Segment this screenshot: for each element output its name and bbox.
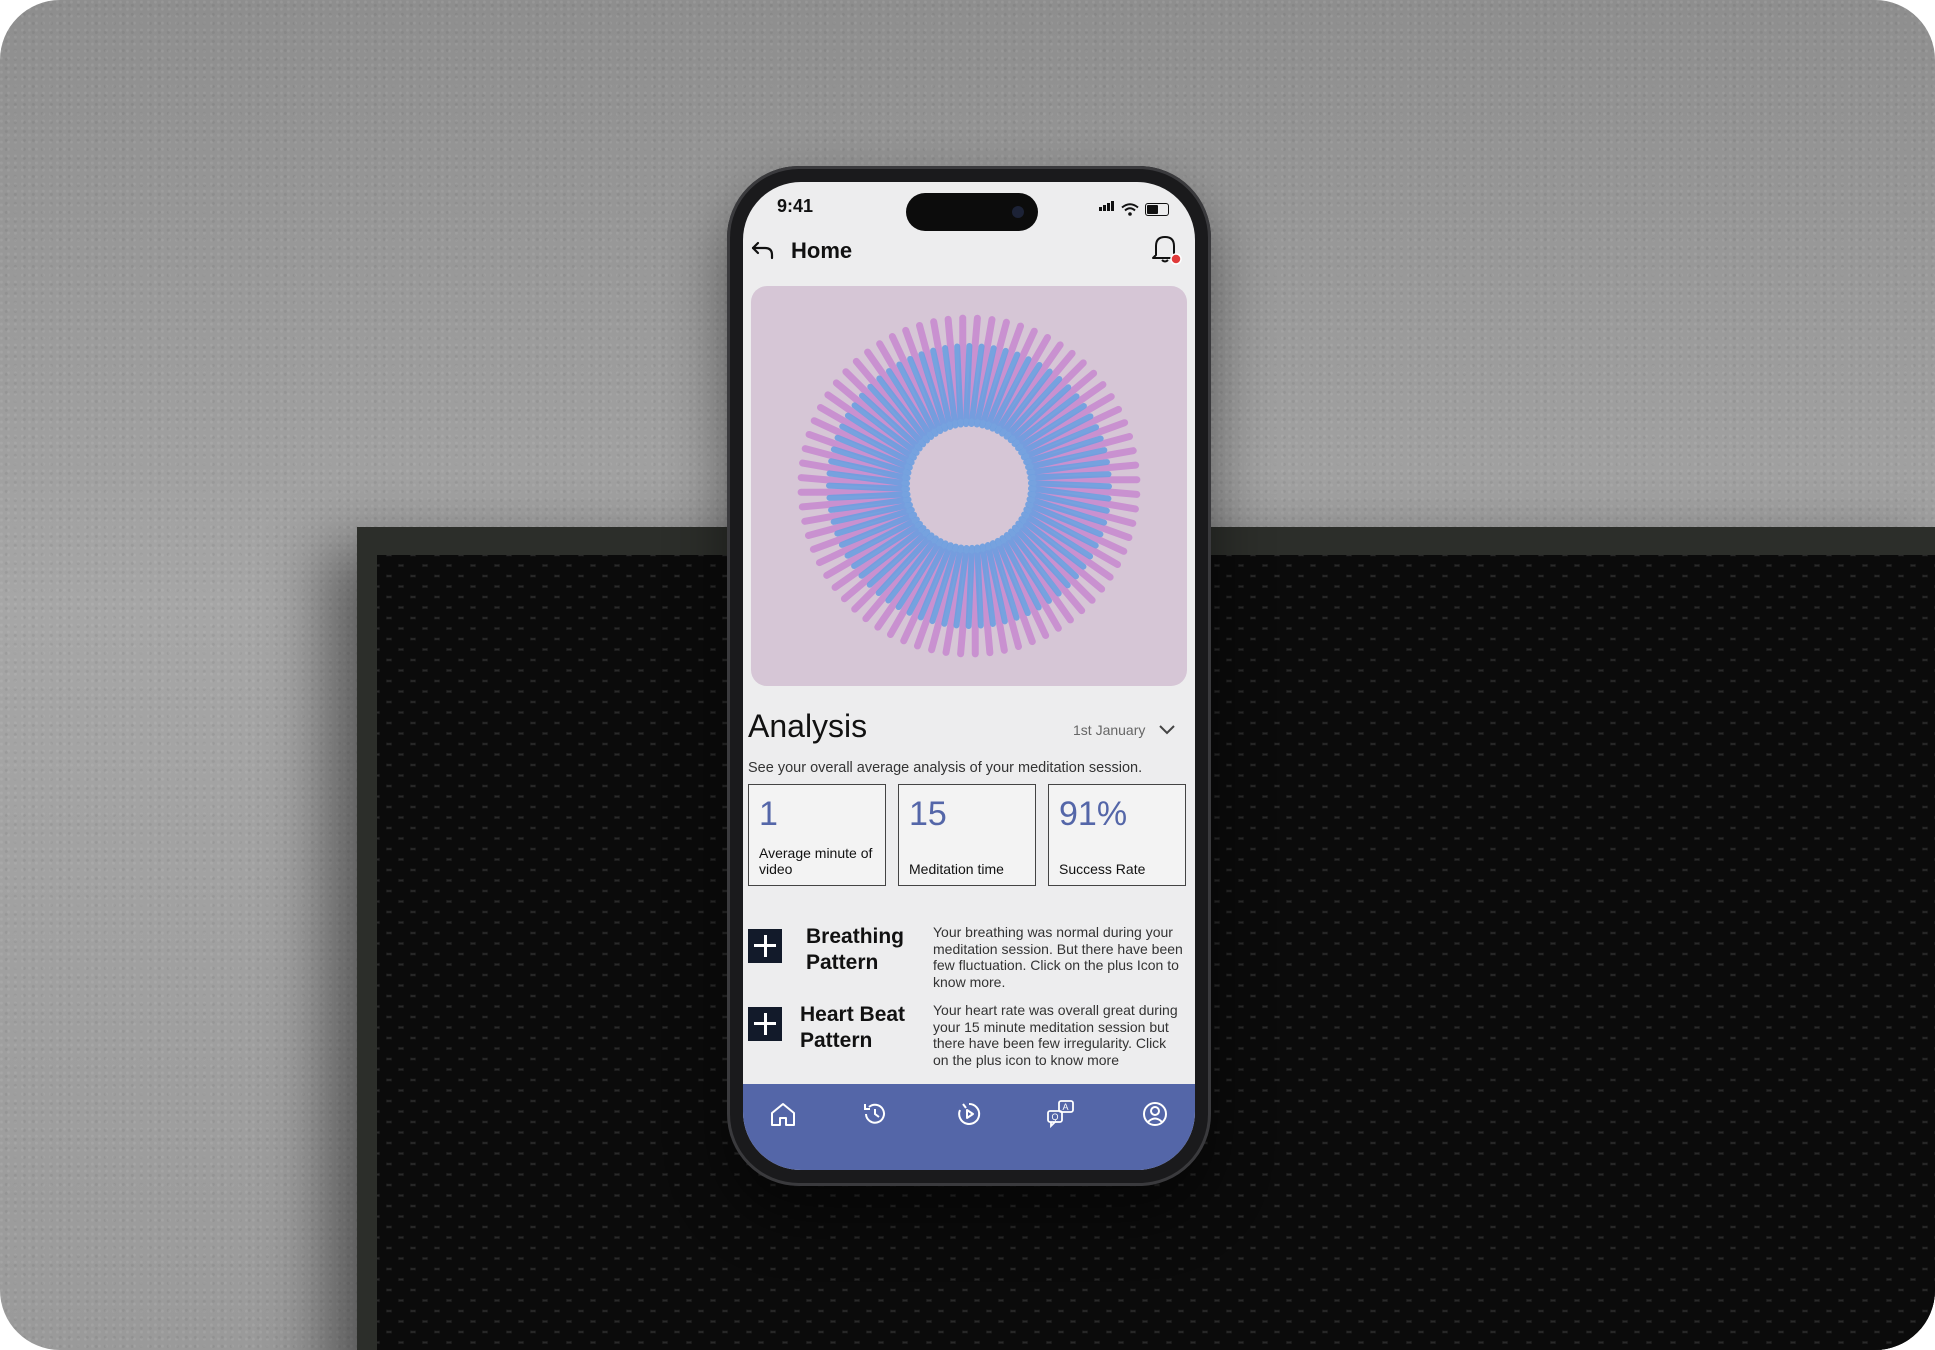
pattern-title: Breathing Pattern xyxy=(806,925,905,974)
battery-icon xyxy=(1145,203,1169,216)
chat-qa-icon[interactable]: A Q xyxy=(1045,1098,1077,1130)
stat-card: 15 Meditation time xyxy=(898,784,1036,886)
date-label: 1st January xyxy=(1073,722,1146,738)
plus-icon[interactable] xyxy=(748,929,782,963)
phone-mockup: 9:41 Home Analysis 1st January See your … xyxy=(727,166,1211,1186)
plus-icon[interactable] xyxy=(748,1007,782,1041)
home-icon[interactable] xyxy=(767,1098,799,1130)
signal-icon xyxy=(1099,198,1115,216)
petal xyxy=(954,343,964,428)
stat-label: Meditation time xyxy=(909,861,1004,877)
status-icons xyxy=(1099,198,1169,216)
petal xyxy=(826,482,911,492)
bottom-tab-bar: A Q xyxy=(743,1084,1195,1170)
background-scene: 9:41 Home Analysis 1st January See your … xyxy=(0,0,1935,1350)
section-title: Analysis xyxy=(748,708,868,744)
pattern-description: Your breathing was normal during your me… xyxy=(933,924,1183,990)
notification-badge xyxy=(1170,253,1182,265)
hero-image xyxy=(751,286,1187,686)
profile-icon[interactable] xyxy=(1139,1098,1171,1130)
section-description: See your overall average analysis of you… xyxy=(748,760,1143,776)
petal xyxy=(826,491,911,501)
heart-beat-pattern-item: Heart Beat Pattern Your heart rate was o… xyxy=(748,1002,1188,1082)
petal xyxy=(974,544,984,629)
stat-card: 1 Average minute of video xyxy=(748,784,886,886)
petal xyxy=(965,544,975,629)
date-dropdown[interactable]: 1st January xyxy=(1073,722,1176,738)
petal xyxy=(1027,471,1112,481)
pattern-description: Your heart rate was overall great during… xyxy=(933,1002,1178,1068)
history-icon[interactable] xyxy=(859,1098,891,1130)
artwork-center xyxy=(911,428,1027,544)
petal xyxy=(1027,480,1112,490)
page-title: Home xyxy=(791,238,853,263)
svg-text:A: A xyxy=(1063,1102,1069,1112)
status-time: 9:41 xyxy=(777,196,814,216)
wifi-icon xyxy=(1121,203,1139,216)
phone-screen: 9:41 Home Analysis 1st January See your … xyxy=(743,182,1195,1170)
pattern-title: Heart Beat Pattern xyxy=(800,1003,906,1052)
dynamic-island xyxy=(906,193,1038,231)
stat-label: Success Rate xyxy=(1059,861,1146,877)
stat-value: 91% xyxy=(1059,795,1128,833)
stat-value: 1 xyxy=(759,795,778,833)
back-icon[interactable] xyxy=(749,236,779,266)
svg-text:Q: Q xyxy=(1052,1112,1059,1122)
stat-value: 15 xyxy=(909,795,947,833)
breathing-pattern-item: Breathing Pattern Your breathing was nor… xyxy=(748,924,1188,994)
notification-bell-icon[interactable] xyxy=(1147,230,1183,266)
stat-label: Average minute of video xyxy=(759,845,873,877)
stat-card: 91% Success Rate xyxy=(1048,784,1186,886)
header: Home xyxy=(743,232,1195,272)
meditation-artwork xyxy=(797,314,1141,658)
petal xyxy=(963,343,973,428)
chevron-down-icon xyxy=(1159,725,1176,735)
stats-row: 1 Average minute of video 15 Meditation … xyxy=(748,784,1186,886)
progress-icon[interactable] xyxy=(953,1098,985,1130)
